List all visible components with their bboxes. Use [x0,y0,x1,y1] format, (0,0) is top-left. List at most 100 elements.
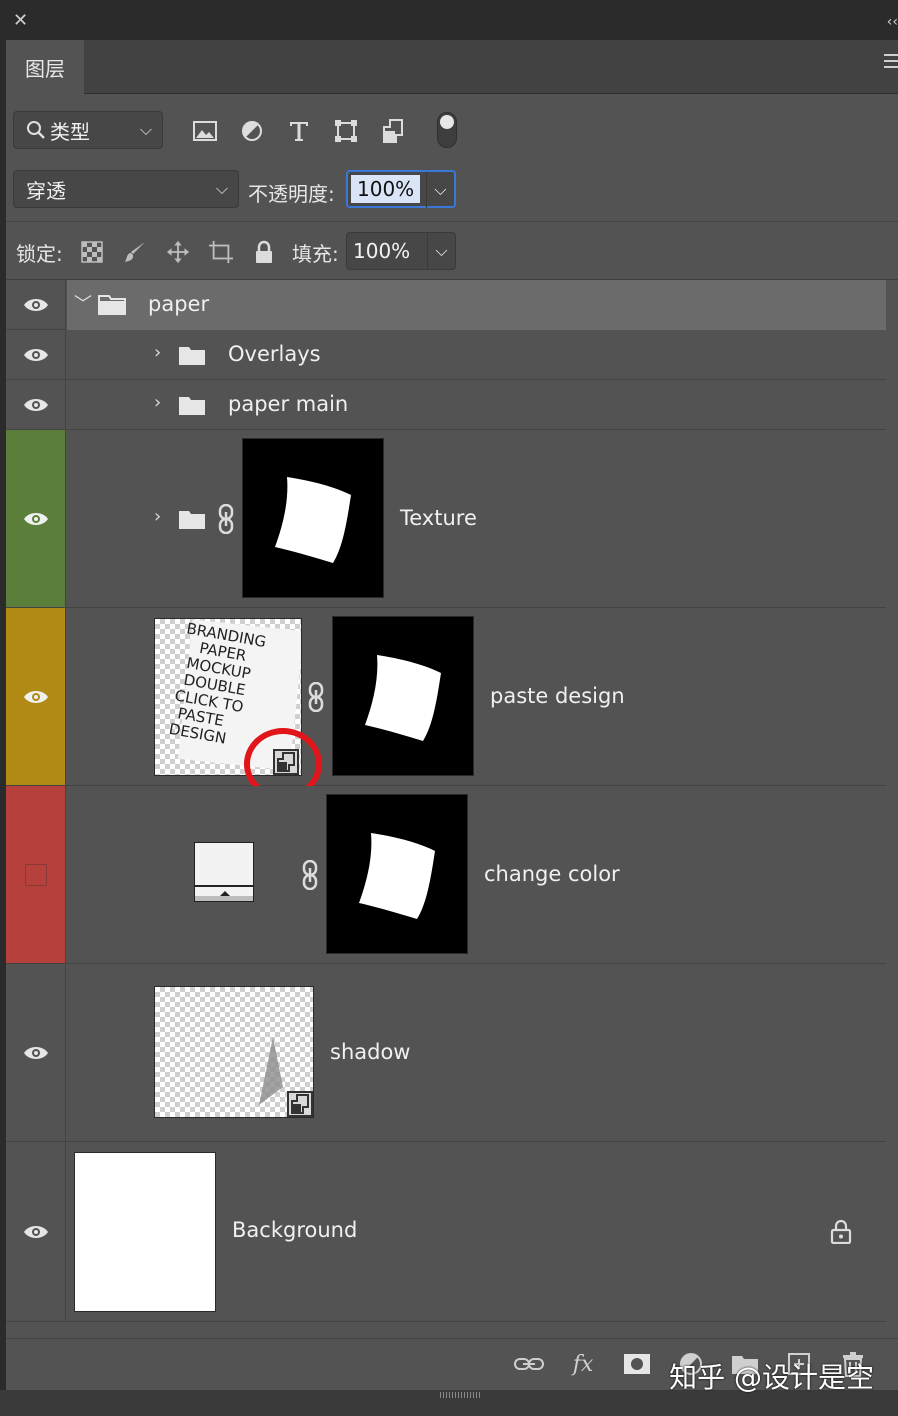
folder-icon [179,347,205,365]
layers-panel: 类型 ⌵ 穿透 ⌵ 不透明度: 100% ⌵ 锁定: 填充: 100% ⌵ ﹀ … [6,94,898,1390]
folder-icon [179,511,205,529]
chevron-right-icon[interactable]: › [154,342,161,363]
visibility-toggle[interactable] [6,608,66,785]
eye-icon [23,511,49,527]
eye-icon [23,1045,49,1061]
blend-mode-value: 穿透 [26,178,66,203]
visibility-toggle[interactable] [6,430,66,607]
visibility-toggle[interactable] [6,380,66,429]
chevron-down-icon[interactable]: ⌵ [427,233,455,269]
type-layer-filter-icon[interactable] [286,118,312,144]
layer-row-change-color[interactable]: change color [6,786,886,964]
chevron-down-icon[interactable]: ﹀ [74,290,92,316]
filter-icons [192,118,406,144]
chevron-down-icon: ⌵ [139,120,152,139]
visibility-toggle[interactable] [6,280,66,329]
lock-all-icon[interactable] [252,240,276,264]
shape-layer-filter-icon[interactable] [333,118,359,144]
folder-icon [98,295,126,315]
layer-row-overlays[interactable]: › Overlays [6,330,886,380]
layer-row-paper-main[interactable]: › paper main [6,380,886,430]
layer-mask-thumbnail[interactable] [242,438,384,598]
opacity-value[interactable]: 100% [351,175,421,203]
filter-toggle[interactable] [437,112,457,148]
opacity-input[interactable]: 100% ⌵ [346,170,456,208]
layer-name: paste design [490,684,625,708]
layer-mask-thumbnail[interactable] [332,616,474,776]
search-icon [27,121,45,139]
tab-layers-label: 图层 [25,56,65,81]
adjustment-layer-filter-icon[interactable] [239,118,265,144]
layer-name: paper main [228,392,349,416]
lock-icons [80,240,276,264]
watermark-text: 知乎 @设计是空 [669,1361,874,1394]
lock-row: 锁定: 填充: 100% ⌵ [6,222,898,280]
paper-shape [365,655,441,741]
panel-menu-icon[interactable] [884,54,898,72]
visibility-toggle[interactable] [6,964,66,1141]
close-icon[interactable]: ✕ [13,12,28,30]
hidden-visibility-box [24,863,47,886]
fill-label: 填充: [292,242,339,266]
paper-shape [359,833,435,919]
link-chain-icon[interactable] [308,682,324,712]
tab-layers[interactable]: 图层 [6,40,84,94]
fill-input[interactable]: 100% ⌵ [346,232,456,270]
fill-thumb-line [195,885,253,887]
panel-titlebar: ✕ ‹‹ [0,0,898,40]
eye-icon [23,1224,49,1240]
lock-transparent-pixels-icon[interactable] [80,240,104,264]
layer-name: shadow [330,1040,411,1064]
visibility-toggle[interactable] [6,786,66,963]
paper-shape [275,477,351,563]
fill-thumb-bar [195,896,253,901]
opacity-label: 不透明度: [248,182,335,206]
layer-row-texture[interactable]: › Texture [6,430,886,608]
filter-row: 类型 ⌵ [6,94,898,166]
layer-name: Overlays [228,342,321,366]
layer-style-fx-icon[interactable]: fx [568,1349,598,1379]
panel-tab-bar: 图层 [6,40,898,94]
chevron-down-icon: ⌵ [215,179,228,198]
layer-row-shadow[interactable]: shadow [6,964,886,1142]
fill-layer-thumbnail[interactable] [194,842,254,902]
chevron-right-icon[interactable]: › [154,506,161,527]
layer-row-background[interactable]: Background [6,1142,886,1322]
layer-row-paper[interactable]: ﹀ paper [6,280,886,330]
collapse-panel-icon[interactable]: ‹‹ [887,14,898,30]
link-chain-icon[interactable] [218,504,234,534]
layer-name: Background [232,1218,358,1242]
eye-icon [23,397,49,413]
blend-mode-dropdown[interactable]: 穿透 ⌵ [13,170,239,208]
add-mask-icon[interactable] [622,1349,652,1379]
layer-mask-thumbnail[interactable] [326,794,468,954]
link-layers-icon[interactable] [514,1349,544,1379]
lock-image-pixels-brush-icon[interactable] [123,240,147,264]
eye-icon [23,347,49,363]
smart-object-thumbnail[interactable] [154,986,314,1118]
filter-kind-label: 类型 [50,119,90,144]
layer-name: Texture [400,506,477,530]
layer-name: change color [484,862,620,886]
eye-icon [23,689,49,705]
lock-artboard-icon[interactable] [209,240,233,264]
fill-value[interactable]: 100% [347,237,416,265]
smart-object-badge-icon [287,1091,313,1117]
visibility-toggle[interactable] [6,330,66,379]
lock-label: 锁定: [16,242,63,266]
filter-kind-dropdown[interactable]: 类型 ⌵ [13,111,163,149]
link-chain-icon[interactable] [302,860,318,890]
layer-row-paste-design[interactable]: BRANDING PAPER MOCKUP DOUBLE CLICK TO PA… [6,608,886,800]
pixel-layer-filter-icon[interactable] [192,118,218,144]
resize-grip[interactable] [440,1392,480,1398]
smart-object-filter-icon[interactable] [380,118,406,144]
background-thumbnail[interactable] [74,1152,216,1312]
layer-name: paper [148,292,210,316]
visibility-toggle[interactable] [6,1142,66,1321]
lock-icon[interactable] [830,1218,852,1244]
folder-icon [179,397,205,415]
chevron-down-icon[interactable]: ⌵ [426,172,454,208]
chevron-right-icon[interactable]: › [154,392,161,413]
lock-position-move-icon[interactable] [166,240,190,264]
blend-row: 穿透 ⌵ 不透明度: 100% ⌵ [6,166,898,222]
